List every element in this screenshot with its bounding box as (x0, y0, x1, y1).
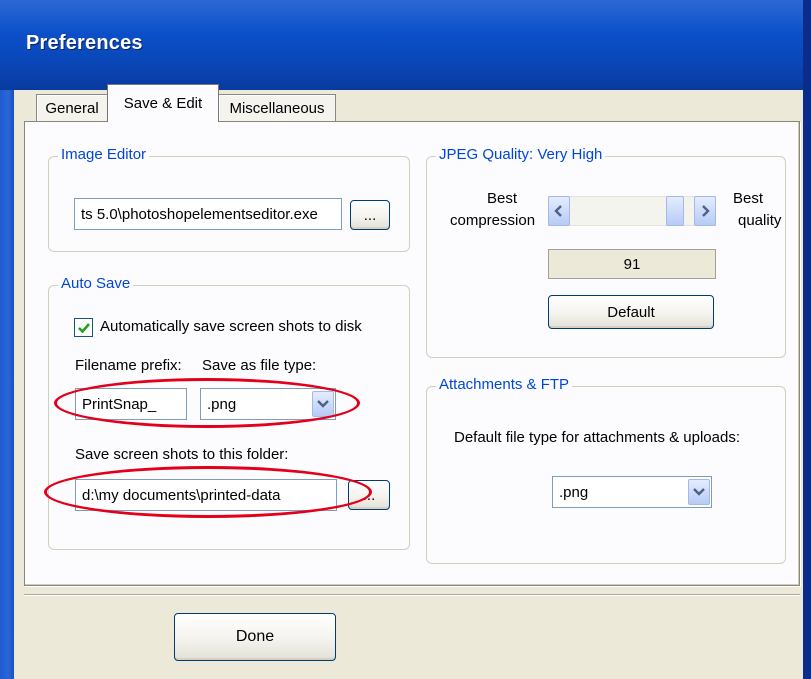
auto-save-checkbox-label: Automatically save screen shots to disk (100, 318, 362, 335)
best-compression-label-line2: compression (450, 212, 536, 229)
chevron-right-icon (702, 205, 710, 217)
save-folder-label: Save screen shots to this folder: (75, 446, 289, 463)
quality-scroll-right-button[interactable] (694, 196, 716, 226)
filename-prefix-input[interactable]: PrintSnap_ (75, 388, 187, 420)
auto-save-checkbox[interactable] (74, 318, 93, 337)
filename-prefix-label: Filename prefix: (75, 357, 182, 374)
filetype-dropdown-button[interactable] (312, 391, 334, 417)
image-editor-legend: Image Editor (58, 146, 150, 163)
footer-divider (24, 594, 800, 596)
checkmark-icon (77, 322, 90, 333)
window-frame-right (803, 0, 811, 679)
window-frame-left (0, 90, 14, 679)
best-quality-label-line2: quality (738, 212, 782, 229)
tab-miscellaneous[interactable]: Miscellaneous (218, 94, 336, 122)
chevron-left-icon (554, 205, 562, 217)
attachments-filetype-label: Default file type for attachments & uplo… (454, 429, 740, 446)
best-quality-label-line1: Best (733, 190, 764, 207)
attachments-ftp-group (426, 386, 786, 564)
quality-value-display: 91 (548, 249, 716, 279)
save-folder-browse-button[interactable]: ... (348, 480, 390, 510)
attachments-dropdown-button[interactable] (688, 479, 710, 505)
save-as-filetype-label: Save as file type: (202, 357, 317, 374)
best-compression-label-line1: Best (486, 190, 517, 207)
jpeg-quality-legend: JPEG Quality: Very High (436, 146, 606, 163)
quality-scroll-left-button[interactable] (548, 196, 570, 226)
chevron-down-icon (693, 488, 705, 496)
save-folder-input[interactable]: d:\my documents\printed-data (75, 479, 337, 511)
quality-default-button[interactable]: Default (548, 295, 714, 329)
quality-scroll-thumb[interactable] (666, 196, 685, 226)
tab-general[interactable]: General (36, 94, 108, 122)
attachments-ftp-legend: Attachments & FTP (436, 376, 573, 393)
window-title: Preferences (26, 32, 143, 54)
auto-save-legend: Auto Save (58, 275, 134, 292)
attachments-filetype-value: .png (559, 483, 589, 501)
image-editor-path-field[interactable]: ts 5.0\photoshopelementseditor.exe (74, 198, 342, 230)
done-button[interactable]: Done (174, 613, 336, 661)
chevron-down-icon (317, 400, 329, 408)
image-editor-browse-button[interactable]: ... (350, 200, 390, 230)
quality-scrollbar[interactable] (548, 196, 716, 226)
tab-save-edit[interactable]: Save & Edit (107, 84, 219, 122)
filetype-select-value: .png (207, 395, 237, 413)
